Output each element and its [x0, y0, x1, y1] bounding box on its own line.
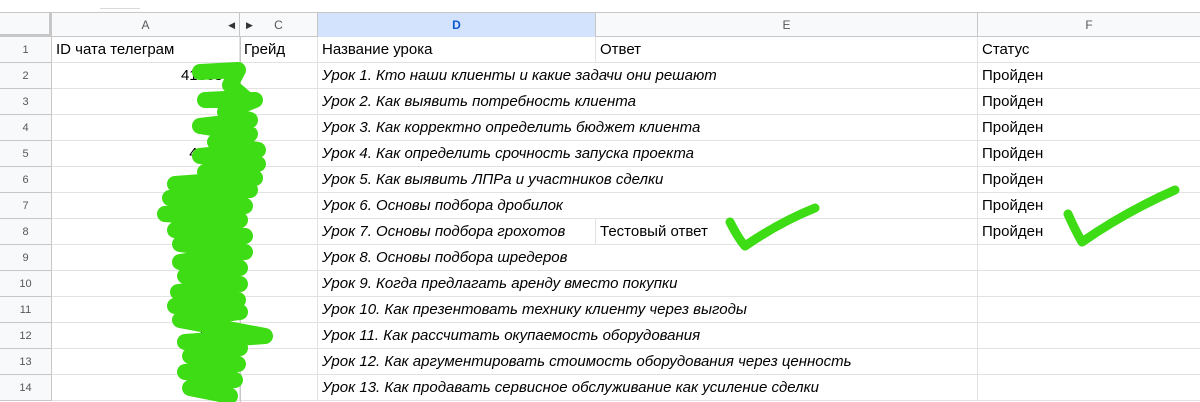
cell-grade[interactable]: [240, 115, 318, 141]
frozen-column-divider: [240, 37, 241, 402]
column-header-a[interactable]: A ◀: [52, 13, 240, 37]
cell-chat-id[interactable]: 41: [52, 245, 240, 271]
cell-grade[interactable]: [240, 141, 318, 167]
toolbar-remnant: [100, 0, 140, 9]
cell-grade[interactable]: [240, 89, 318, 115]
cell-chat-id[interactable]: 413380: [52, 63, 240, 89]
cell-lesson[interactable]: Урок 3. Как корректно определить бюджет …: [318, 115, 700, 141]
cell-chat-id[interactable]: 4133: [52, 375, 240, 401]
header-cell-grade[interactable]: Грейд: [240, 37, 318, 63]
column-letter: F: [1085, 18, 1093, 32]
cell-status[interactable]: Пройден: [978, 141, 1200, 167]
row-header[interactable]: 12: [0, 323, 52, 349]
header-cell-status[interactable]: Статус: [978, 37, 1200, 63]
row-header[interactable]: 13: [0, 349, 52, 375]
row-header[interactable]: 10: [0, 271, 52, 297]
cell-grade[interactable]: [240, 219, 318, 245]
cell-grade[interactable]: [240, 167, 318, 193]
select-all-corner[interactable]: [0, 12, 52, 37]
cell-lesson[interactable]: Урок 7. Основы подбора грохотов: [318, 219, 596, 245]
column-letter: C: [274, 18, 283, 32]
cell-answer[interactable]: [596, 193, 978, 219]
cell-answer[interactable]: [596, 89, 978, 115]
cell-status[interactable]: Пройден: [978, 89, 1200, 115]
cell-grade[interactable]: [240, 349, 318, 375]
column-letter: E: [782, 18, 791, 32]
cell-grade[interactable]: [240, 63, 318, 89]
row-header[interactable]: 7: [0, 193, 52, 219]
cell-lesson[interactable]: Урок 8. Основы подбора шредеров: [318, 245, 596, 271]
cell-chat-id[interactable]: 41: [52, 193, 240, 219]
triangle-left-icon[interactable]: ◀: [228, 13, 235, 37]
header-cell-id[interactable]: ID чата телеграм: [52, 37, 240, 63]
row-header[interactable]: 1: [0, 37, 52, 63]
cell-status[interactable]: Пройден: [978, 115, 1200, 141]
cell-grade[interactable]: [240, 375, 318, 401]
cell-lesson[interactable]: Урок 1. Кто наши клиенты и какие задачи …: [318, 63, 717, 89]
row-header[interactable]: 4: [0, 115, 52, 141]
cell-answer[interactable]: Тестовый ответ: [596, 219, 978, 245]
cell-status[interactable]: [978, 245, 1200, 271]
column-header-f[interactable]: F: [978, 13, 1200, 37]
column-header-d[interactable]: D: [318, 13, 596, 37]
row-header[interactable]: 2: [0, 63, 52, 89]
cell-chat-id[interactable]: 413: [52, 349, 240, 375]
column-header-e[interactable]: E: [596, 13, 978, 37]
cell-chat-id[interactable]: 41338: [52, 141, 240, 167]
cell-lesson[interactable]: Урок 2. Как выявить потребность клиента: [318, 89, 636, 115]
cell-lesson[interactable]: Урок 11. Как рассчитать окупаемость обор…: [318, 323, 700, 349]
row-header[interactable]: 11: [0, 297, 52, 323]
cell-chat-id[interactable]: 4133: [52, 167, 240, 193]
cell-status[interactable]: Пройден: [978, 63, 1200, 89]
toolbar-edge: [0, 0, 1200, 12]
cell-status[interactable]: [978, 271, 1200, 297]
cell-grade[interactable]: [240, 193, 318, 219]
cell-status[interactable]: [978, 323, 1200, 349]
cell-grade[interactable]: [240, 271, 318, 297]
cell-lesson[interactable]: Урок 13. Как продавать сервисное обслужи…: [318, 375, 819, 401]
cell-lesson[interactable]: Урок 6. Основы подбора дробилок: [318, 193, 596, 219]
row-header[interactable]: 5: [0, 141, 52, 167]
cell-lesson[interactable]: Урок 4. Как определить срочность запуска…: [318, 141, 694, 167]
column-header-c[interactable]: ▶ C: [240, 13, 318, 37]
cell-chat-id[interactable]: 4133: [52, 89, 240, 115]
cell-chat-id[interactable]: 4133: [52, 115, 240, 141]
header-cell-answer[interactable]: Ответ: [596, 37, 978, 63]
cell-status[interactable]: Пройден: [978, 219, 1200, 245]
cell-status[interactable]: [978, 349, 1200, 375]
cell-chat-id[interactable]: 4133: [52, 323, 240, 349]
cell-status[interactable]: [978, 297, 1200, 323]
cell-lesson[interactable]: Урок 10. Как презентовать технику клиент…: [318, 297, 747, 323]
cell-status[interactable]: [978, 375, 1200, 401]
header-cell-lesson[interactable]: Название урока: [318, 37, 596, 63]
triangle-right-icon[interactable]: ▶: [246, 13, 253, 37]
cell-answer[interactable]: [596, 245, 978, 271]
cell-lesson[interactable]: Урок 9. Когда предлагать аренду вместо п…: [318, 271, 677, 297]
column-letter: D: [452, 18, 461, 32]
cell-grade[interactable]: [240, 297, 318, 323]
row-header[interactable]: 14: [0, 375, 52, 401]
cell-lesson[interactable]: Урок 12. Как аргументировать стоимость о…: [318, 349, 852, 375]
cell-status[interactable]: Пройден: [978, 193, 1200, 219]
row-header[interactable]: 9: [0, 245, 52, 271]
row-header[interactable]: 8: [0, 219, 52, 245]
cell-grade[interactable]: [240, 245, 318, 271]
cell-lesson[interactable]: Урок 5. Как выявить ЛПРа и участников сд…: [318, 167, 663, 193]
cell-grade[interactable]: [240, 323, 318, 349]
spreadsheet: A ◀ ▶ C D E F 1 ID чата телеграм Грейд Н…: [0, 0, 1200, 402]
cell-chat-id[interactable]: 4133: [52, 219, 240, 245]
row-header[interactable]: 3: [0, 89, 52, 115]
row-header[interactable]: 6: [0, 167, 52, 193]
cell-chat-id[interactable]: 41: [52, 297, 240, 323]
column-letter: A: [141, 18, 150, 32]
cell-chat-id[interactable]: 4133: [52, 271, 240, 297]
column-header-bar: A ◀ ▶ C D E F: [0, 12, 1200, 37]
cell-status[interactable]: Пройден: [978, 167, 1200, 193]
